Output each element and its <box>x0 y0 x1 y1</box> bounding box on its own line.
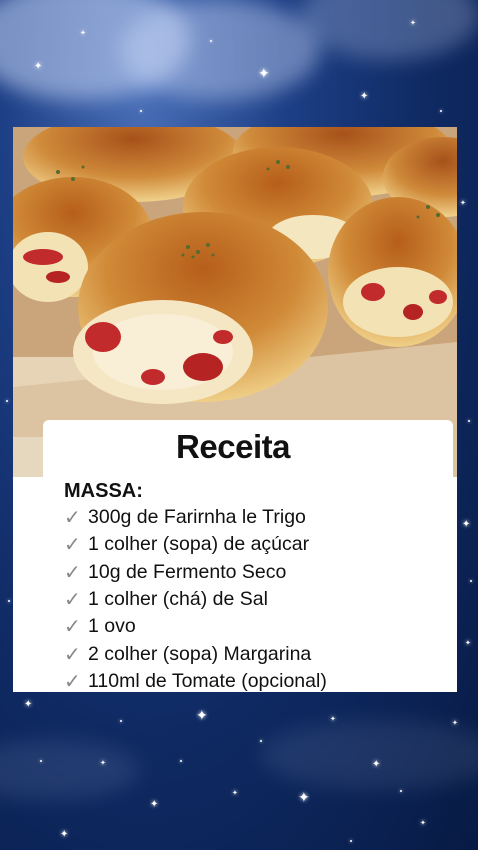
ingredient-text: 10g de Fermento Seco <box>88 560 287 583</box>
ingredient-text: 110ml de Tomate (opcional) <box>88 669 327 692</box>
list-item: ✓ 10g de Fermento Seco <box>64 559 327 586</box>
list-item: ✓ 110ml de Tomate (opcional) <box>64 668 327 692</box>
recipe-title: Receita <box>176 428 290 465</box>
check-icon: ✓ <box>64 561 81 584</box>
ingredient-text: 2 colher (sopa) Margarina <box>88 642 312 665</box>
check-icon: ✓ <box>64 507 81 530</box>
ingredient-text: 1 ovo <box>88 615 136 638</box>
ingredient-text: 300g de Farirnha le Trigo <box>88 506 306 529</box>
list-item: ✓ 1 colher (sopa) de açúcar <box>64 531 327 558</box>
recipe-card: Receita MASSA: ✓ 300g de Farirnha le Trig… <box>13 127 457 692</box>
list-item: ✓ 1 colher (chá) de Sal <box>64 586 327 613</box>
ingredient-text: 1 colher (sopa) de açúcar <box>88 533 310 556</box>
list-item: ✓ 300g de Farirnha le Trigo <box>64 504 327 531</box>
ingredient-text: 1 colher (chá) de Sal <box>88 588 268 611</box>
check-icon: ✓ <box>64 589 81 612</box>
ingredient-list: ✓ 300g de Farirnha le Trigo ✓ 1 colher (so… <box>64 504 327 692</box>
check-icon: ✓ <box>64 616 81 639</box>
recipe-panel: Receita MASSA: ✓ 300g de Farirnha le Trig… <box>43 420 453 692</box>
check-icon: ✓ <box>64 643 81 666</box>
section-heading: MASSA: <box>64 480 143 502</box>
check-icon: ✓ <box>64 534 81 557</box>
list-item: ✓ 1 ovo <box>64 613 327 640</box>
list-item: ✓ 2 colher (sopa) Margarina <box>64 640 327 667</box>
check-icon: ✓ <box>64 670 81 692</box>
